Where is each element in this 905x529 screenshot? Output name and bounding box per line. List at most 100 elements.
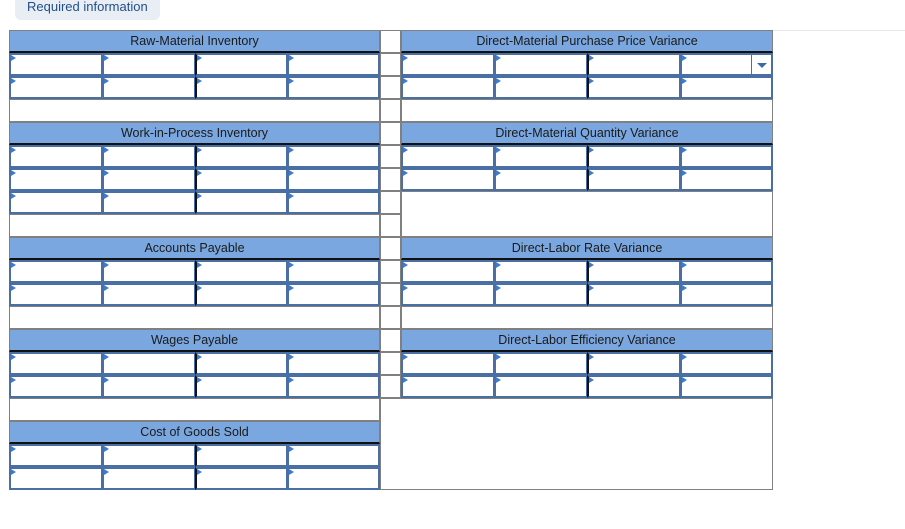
entry-input[interactable] bbox=[9, 168, 103, 191]
entry-input[interactable] bbox=[101, 76, 196, 99]
entry-input[interactable] bbox=[9, 444, 103, 467]
entry-input[interactable] bbox=[194, 444, 289, 467]
spacer-cell bbox=[380, 145, 401, 168]
entry-input[interactable] bbox=[287, 53, 380, 76]
entry-input[interactable] bbox=[194, 260, 289, 283]
blank-area bbox=[380, 398, 773, 490]
entry-input[interactable] bbox=[680, 375, 773, 398]
spacer-cell bbox=[380, 191, 401, 214]
spacer-cell bbox=[380, 352, 401, 375]
spacer-cell bbox=[380, 122, 401, 145]
entry-input[interactable] bbox=[680, 283, 773, 306]
chevron-down-icon[interactable] bbox=[751, 55, 771, 74]
entry-input[interactable] bbox=[101, 467, 196, 490]
entry-input[interactable] bbox=[494, 260, 588, 283]
spacer-cell bbox=[380, 306, 401, 329]
entry-input[interactable] bbox=[287, 191, 380, 214]
entry-input[interactable] bbox=[680, 168, 773, 191]
badge-label: Required information bbox=[27, 0, 148, 14]
entry-input[interactable] bbox=[401, 375, 495, 398]
entry-input[interactable] bbox=[494, 375, 588, 398]
entry-input[interactable] bbox=[401, 283, 495, 306]
entry-input[interactable] bbox=[287, 352, 380, 375]
entry-input[interactable] bbox=[194, 352, 289, 375]
entry-input[interactable] bbox=[287, 260, 380, 283]
entry-input[interactable] bbox=[287, 168, 380, 191]
entry-input[interactable] bbox=[587, 53, 681, 76]
entry-input[interactable] bbox=[194, 145, 289, 168]
entry-input[interactable] bbox=[494, 76, 588, 99]
entry-input[interactable] bbox=[401, 76, 495, 99]
entry-input[interactable] bbox=[401, 352, 495, 375]
entry-input[interactable] bbox=[401, 53, 495, 76]
entry-input[interactable] bbox=[587, 145, 681, 168]
entry-input[interactable] bbox=[9, 467, 103, 490]
entry-input[interactable] bbox=[287, 145, 380, 168]
entry-input[interactable] bbox=[587, 283, 681, 306]
entry-input[interactable] bbox=[101, 168, 196, 191]
account-header: Direct-Material Quantity Variance bbox=[401, 122, 773, 145]
account-header: Direct-Labor Rate Variance bbox=[401, 237, 773, 260]
entry-input[interactable] bbox=[194, 375, 289, 398]
entry-input[interactable] bbox=[101, 444, 196, 467]
spacer-cell bbox=[380, 76, 401, 99]
entry-input[interactable] bbox=[287, 467, 380, 490]
entry-input[interactable] bbox=[680, 145, 773, 168]
entry-input[interactable] bbox=[680, 352, 773, 375]
entry-input[interactable] bbox=[494, 145, 588, 168]
entry-input[interactable] bbox=[9, 260, 103, 283]
entry-input[interactable] bbox=[287, 375, 380, 398]
required-information-badge: Required information bbox=[15, 0, 160, 20]
entry-input[interactable] bbox=[101, 352, 196, 375]
entry-input[interactable] bbox=[194, 467, 289, 490]
entry-input[interactable] bbox=[9, 352, 103, 375]
entry-input[interactable] bbox=[194, 168, 289, 191]
entry-input[interactable] bbox=[680, 53, 773, 76]
entry-input[interactable] bbox=[287, 283, 380, 306]
blank-row bbox=[9, 398, 380, 421]
entry-input[interactable] bbox=[101, 191, 196, 214]
account-header: Accounts Payable bbox=[9, 237, 380, 260]
account-header: Raw-Material Inventory bbox=[9, 30, 380, 53]
blank-row bbox=[9, 306, 380, 329]
entry-input[interactable] bbox=[9, 76, 103, 99]
entry-input[interactable] bbox=[401, 260, 495, 283]
entry-input[interactable] bbox=[9, 145, 103, 168]
entry-input[interactable] bbox=[101, 283, 196, 306]
account-header: Work-in-Process Inventory bbox=[9, 122, 380, 145]
account-header: Direct-Labor Efficiency Variance bbox=[401, 329, 773, 352]
entry-input[interactable] bbox=[401, 168, 495, 191]
entry-input[interactable] bbox=[194, 76, 289, 99]
entry-input[interactable] bbox=[101, 260, 196, 283]
entry-input[interactable] bbox=[194, 191, 289, 214]
entry-input[interactable] bbox=[587, 375, 681, 398]
entry-input[interactable] bbox=[494, 352, 588, 375]
entry-input[interactable] bbox=[680, 260, 773, 283]
entry-input[interactable] bbox=[680, 76, 773, 99]
blank-row bbox=[401, 99, 773, 122]
entry-input[interactable] bbox=[587, 168, 681, 191]
entry-input[interactable] bbox=[494, 53, 588, 76]
entry-input[interactable] bbox=[587, 352, 681, 375]
spacer-cell bbox=[380, 260, 401, 283]
account-header: Direct-Material Purchase Price Variance bbox=[401, 30, 773, 53]
blank-row bbox=[401, 191, 773, 237]
entry-input[interactable] bbox=[101, 145, 196, 168]
entry-input[interactable] bbox=[287, 444, 380, 467]
entry-input[interactable] bbox=[587, 76, 681, 99]
entry-input[interactable] bbox=[101, 53, 196, 76]
entry-input[interactable] bbox=[494, 283, 588, 306]
entry-input[interactable] bbox=[9, 191, 103, 214]
entry-input[interactable] bbox=[194, 53, 289, 76]
entry-input[interactable] bbox=[287, 76, 380, 99]
entry-input[interactable] bbox=[9, 53, 103, 76]
entry-input[interactable] bbox=[401, 145, 495, 168]
entry-input[interactable] bbox=[587, 260, 681, 283]
entry-input[interactable] bbox=[494, 168, 588, 191]
spacer-cell bbox=[380, 99, 401, 122]
entry-input[interactable] bbox=[9, 375, 103, 398]
spacer-cell bbox=[380, 375, 401, 398]
entry-input[interactable] bbox=[194, 283, 289, 306]
entry-input[interactable] bbox=[101, 375, 196, 398]
entry-input[interactable] bbox=[9, 283, 103, 306]
